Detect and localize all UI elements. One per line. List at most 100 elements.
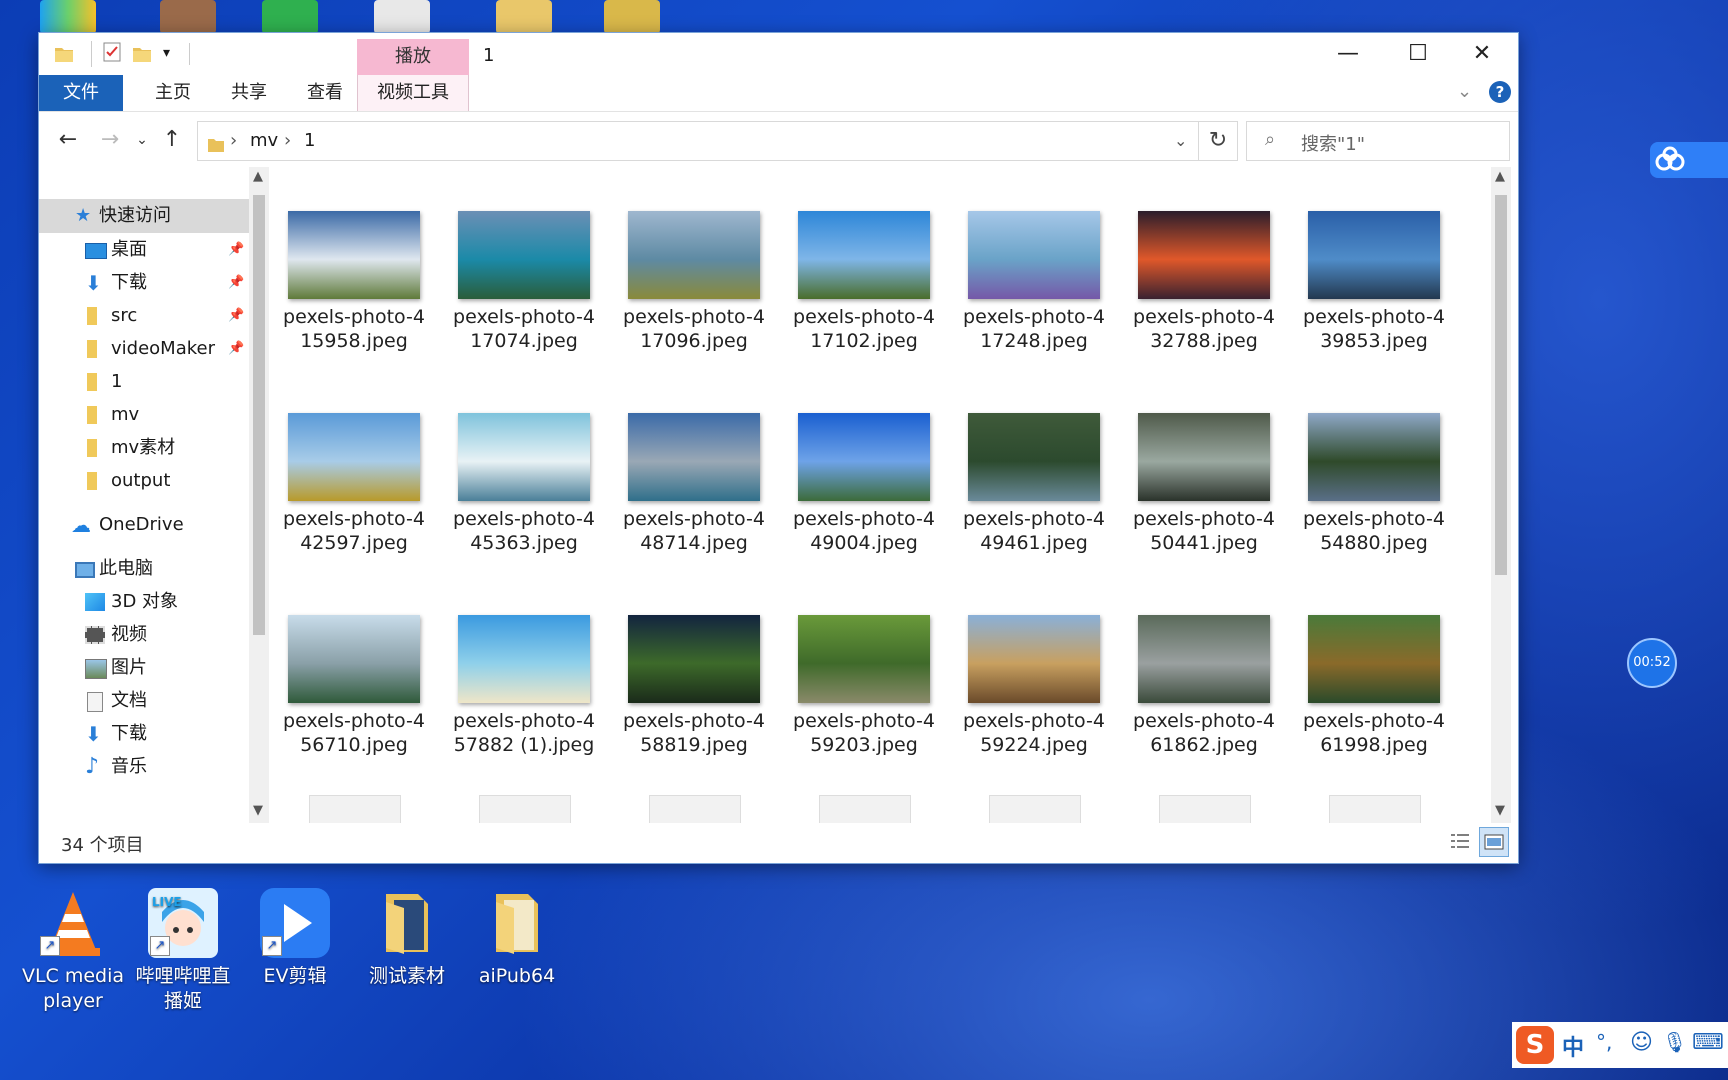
nav-item-1[interactable]: 1 <box>39 365 249 399</box>
desktop-icon-ev-editor[interactable]: ↗ EV剪辑 <box>240 888 350 989</box>
help-icon[interactable]: ? <box>1489 81 1511 103</box>
file-tile-partial[interactable] <box>989 795 1081 823</box>
tab-share[interactable]: 共享 <box>215 75 283 111</box>
desktop-icon-bilibili-live[interactable]: LIVE ↗ 哔哩哔哩直播姬 <box>128 888 238 1014</box>
file-tile-partial[interactable] <box>819 795 911 823</box>
customize-qat-icon[interactable]: ▾ <box>163 45 170 69</box>
breadcrumb-mv[interactable]: mv <box>250 122 278 160</box>
desktop-icon-partial[interactable] <box>262 0 318 34</box>
tab-file[interactable]: 文件 <box>39 75 123 111</box>
address-field[interactable]: › mv › 1 ⌄ <box>197 121 1199 161</box>
nav-item-mv-material[interactable]: mv素材 <box>39 431 249 465</box>
file-tile-partial[interactable] <box>479 795 571 823</box>
file-tile[interactable]: pexels-photo-4 48714.jpeg <box>619 413 769 555</box>
contextual-tab-play[interactable]: 播放 <box>357 39 469 75</box>
nav-item-videomaker[interactable]: videoMaker 📌 <box>39 332 249 366</box>
punctuation-toggle[interactable]: °, <box>1596 1030 1612 1054</box>
file-tile[interactable]: pexels-photo-4 17074.jpeg <box>449 211 599 353</box>
nav-item-documents[interactable]: 文档 <box>39 684 249 718</box>
minimize-button[interactable]: — <box>1313 33 1383 75</box>
desktop-icon-test-material[interactable]: 测试素材 <box>352 888 462 989</box>
forward-button[interactable]: → <box>95 125 125 155</box>
expand-ribbon-icon[interactable]: ⌄ <box>1457 81 1472 102</box>
scroll-down-icon[interactable]: ▼ <box>253 803 263 818</box>
content-scroll-thumb[interactable] <box>1495 195 1507 575</box>
file-tile[interactable]: pexels-photo-4 45363.jpeg <box>449 413 599 555</box>
nav-item-pictures[interactable]: 图片 <box>39 651 249 685</box>
properties-icon[interactable] <box>91 41 124 67</box>
file-tile[interactable]: pexels-photo-4 15958.jpeg <box>279 211 429 353</box>
desktop-icon-partial[interactable] <box>160 0 216 34</box>
file-tile[interactable]: pexels-photo-4 57882 (1).jpeg <box>449 615 599 757</box>
file-tile-partial[interactable] <box>309 795 401 823</box>
file-tile[interactable]: pexels-photo-4 58819.jpeg <box>619 615 769 757</box>
file-name: pexels-photo-4 48714.jpeg <box>623 508 765 554</box>
desktop-icon-partial[interactable] <box>374 0 430 34</box>
scroll-down-icon[interactable]: ▼ <box>1495 803 1505 818</box>
file-tile[interactable]: pexels-photo-4 61998.jpeg <box>1299 615 1449 757</box>
emoji-icon[interactable]: ☺ <box>1630 1030 1653 1055</box>
nav-item-downloads-pc[interactable]: ⬇ 下载 <box>39 717 249 751</box>
new-folder-icon[interactable] <box>131 43 153 67</box>
details-view-icon[interactable] <box>1449 831 1471 853</box>
file-tile[interactable]: pexels-photo-4 50441.jpeg <box>1129 413 1279 555</box>
scroll-up-icon[interactable]: ▲ <box>1495 169 1505 184</box>
file-tile[interactable]: pexels-photo-4 39853.jpeg <box>1299 211 1449 353</box>
address-dropdown-icon[interactable]: ⌄ <box>1174 122 1187 160</box>
file-tile[interactable]: pexels-photo-4 17096.jpeg <box>619 211 769 353</box>
nav-item-src[interactable]: src 📌 <box>39 299 249 333</box>
back-button[interactable]: ← <box>53 125 83 155</box>
tab-video-tools[interactable]: 视频工具 <box>357 75 469 111</box>
up-button[interactable]: ↑ <box>157 125 187 155</box>
recent-locations-button[interactable]: ⌄ <box>127 125 157 155</box>
file-tile-partial[interactable] <box>1159 795 1251 823</box>
nav-item-downloads[interactable]: ⬇ 下载 📌 <box>39 266 249 300</box>
close-button[interactable]: ✕ <box>1447 33 1517 75</box>
file-tile-partial[interactable] <box>649 795 741 823</box>
nav-this-pc[interactable]: 此电脑 <box>39 552 249 586</box>
recording-timer[interactable]: 00:52 <box>1627 638 1677 688</box>
microphone-icon[interactable]: 🎙 <box>1662 1030 1687 1054</box>
search-box[interactable]: ⌕ 搜索"1" <box>1246 121 1510 161</box>
nav-scrollbar[interactable]: ▲ ▼ <box>249 167 269 823</box>
breadcrumb-1[interactable]: 1 <box>304 122 315 160</box>
file-tile[interactable]: pexels-photo-4 32788.jpeg <box>1129 211 1279 353</box>
content-scrollbar[interactable]: ▲ ▼ <box>1491 167 1511 823</box>
desktop-icon-partial[interactable] <box>604 0 660 34</box>
ime-logo-icon[interactable]: S <box>1516 1026 1554 1064</box>
star-icon: ★ <box>75 205 92 226</box>
nav-item-music[interactable]: ♪ 音乐 <box>39 750 249 784</box>
desktop-icon-aipub64[interactable]: aiPub64 <box>462 888 572 989</box>
nav-scroll-thumb[interactable] <box>253 195 265 635</box>
file-tile[interactable]: pexels-photo-4 54880.jpeg <box>1299 413 1449 555</box>
maximize-button[interactable]: ☐ <box>1383 33 1453 75</box>
nav-item-desktop[interactable]: 桌面 📌 <box>39 233 249 267</box>
large-icons-view-icon[interactable] <box>1479 827 1509 857</box>
nav-item-videos[interactable]: 视频 <box>39 618 249 652</box>
file-tile[interactable]: pexels-photo-4 17102.jpeg <box>789 211 939 353</box>
ime-mode-toggle[interactable]: 中 <box>1562 1030 1584 1062</box>
file-tile[interactable]: pexels-photo-4 42597.jpeg <box>279 413 429 555</box>
file-tile[interactable]: pexels-photo-4 56710.jpeg <box>279 615 429 757</box>
file-tile[interactable]: pexels-photo-4 49004.jpeg <box>789 413 939 555</box>
file-tile-partial[interactable] <box>1329 795 1421 823</box>
file-tile[interactable]: pexels-photo-4 59224.jpeg <box>959 615 1109 757</box>
nav-item-3d-objects[interactable]: 3D 对象 <box>39 585 249 619</box>
cloud-float-button[interactable] <box>1650 142 1728 178</box>
file-tile[interactable]: pexels-photo-4 17248.jpeg <box>959 211 1109 353</box>
desktop-icon-partial[interactable] <box>40 0 96 34</box>
refresh-button[interactable]: ↻ <box>1199 121 1238 161</box>
tab-home[interactable]: 主页 <box>139 75 207 111</box>
scroll-up-icon[interactable]: ▲ <box>253 169 263 184</box>
nav-item-output[interactable]: output <box>39 464 249 498</box>
desktop-icon-partial[interactable] <box>496 0 552 34</box>
file-tile[interactable]: pexels-photo-4 49461.jpeg <box>959 413 1109 555</box>
file-tile[interactable]: pexels-photo-4 59203.jpeg <box>789 615 939 757</box>
desktop-icon-vlc[interactable]: ↗ VLC media player <box>18 888 128 1014</box>
tab-view[interactable]: 查看 <box>291 75 359 111</box>
nav-item-mv[interactable]: mv <box>39 398 249 432</box>
keyboard-icon[interactable]: ⌨ <box>1692 1030 1724 1055</box>
nav-quick-access[interactable]: ★ 快速访问 <box>39 199 249 233</box>
nav-onedrive[interactable]: ☁ OneDrive <box>39 508 249 542</box>
file-tile[interactable]: pexels-photo-4 61862.jpeg <box>1129 615 1279 757</box>
